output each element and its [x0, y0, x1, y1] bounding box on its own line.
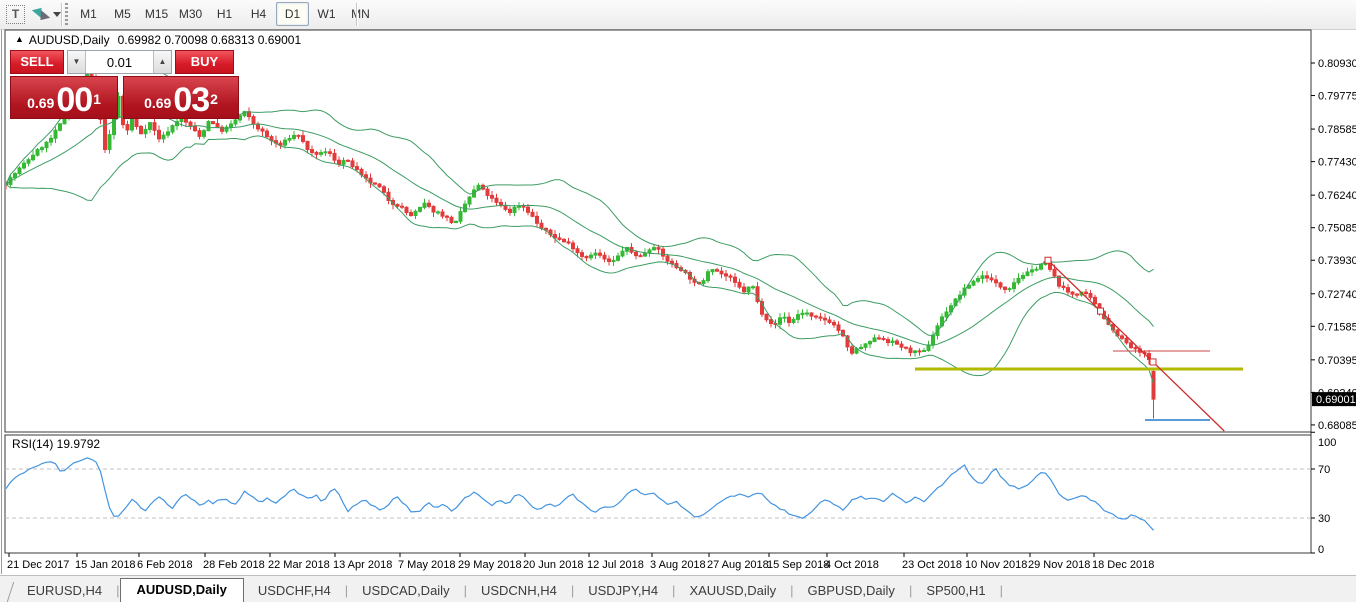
date-label: 6 Feb 2018 — [137, 559, 193, 571]
date-label: 15 Jan 2018 — [75, 559, 136, 571]
ohlc-values: 0.69982 0.70098 0.68313 0.69001 — [118, 33, 302, 47]
chart-title: ▲ AUDUSD,Daily 0.69982 0.70098 0.68313 0.6… — [15, 33, 301, 47]
price-tick-label: 0.80930 — [1318, 58, 1356, 70]
date-label: 29 Nov 2018 — [1028, 559, 1090, 571]
date-label: 13 Apr 2018 — [333, 559, 392, 571]
volume-stepper: ▼ ▲ — [67, 50, 172, 74]
buy-button[interactable]: BUY — [175, 50, 234, 74]
date-label: 12 Jul 2018 — [587, 559, 644, 571]
volume-input[interactable] — [86, 51, 153, 73]
rsi-scale-label: 100 — [1318, 437, 1336, 449]
sell-price-big: 00 — [56, 84, 92, 116]
price-tick-label: 0.79775 — [1318, 91, 1356, 103]
date-label: 18 Dec 2018 — [1092, 559, 1154, 571]
sell-button[interactable]: SELL — [10, 50, 64, 74]
volume-increase-button[interactable]: ▲ — [153, 51, 171, 73]
date-label: 27 Aug 2018 — [707, 559, 769, 571]
price-tick-label: 0.73930 — [1318, 255, 1356, 267]
price-tick-label: 0.72740 — [1318, 289, 1356, 301]
date-label: 21 Dec 2017 — [7, 559, 69, 571]
rsi-pane[interactable] — [5, 435, 1311, 553]
sell-price-display[interactable]: 0.69 00 1 — [10, 76, 118, 119]
date-label: 28 Feb 2018 — [203, 559, 265, 571]
buy-price-small: 0.69 — [144, 90, 171, 116]
buy-price-display[interactable]: 0.69 03 2 — [123, 76, 239, 119]
buy-price-big: 03 — [173, 84, 209, 116]
date-label: 20 Jun 2018 — [523, 559, 584, 571]
price-tick-label: 0.75085 — [1318, 223, 1356, 235]
rsi-scale-label: 0 — [1318, 544, 1324, 556]
current-price-value: 0.69001 — [1316, 394, 1356, 406]
date-label: 10 Nov 2018 — [965, 559, 1027, 571]
rsi-indicator-label: RSI(14) 19.9792 — [12, 437, 100, 451]
one-click-trading-panel: SELL ▼ ▲ BUY 0.69 00 1 0.69 03 2 — [10, 50, 239, 119]
date-label: 3 Aug 2018 — [650, 559, 706, 571]
date-label: 4 Oct 2018 — [825, 559, 879, 571]
trendline-handle[interactable] — [1150, 359, 1156, 365]
mt4-terminal-window: T M1M5M15M30H1H4D1W1MN 0.809300.797750.7… — [0, 0, 1356, 602]
date-label: 22 Mar 2018 — [268, 559, 330, 571]
time-axis: 21 Dec 2017 15 Jan 20186 Feb 2018 28 Feb 2… — [7, 553, 1154, 571]
buy-price-pip: 2 — [210, 77, 218, 121]
symbol-period-label: AUDUSD,Daily — [29, 33, 110, 47]
volume-decrease-button[interactable]: ▼ — [68, 51, 86, 73]
price-tick-label: 0.71585 — [1318, 321, 1356, 333]
rsi-scale-label: 30 — [1318, 513, 1330, 525]
price-tick-label: 0.68085 — [1318, 420, 1356, 432]
sell-price-pip: 1 — [93, 77, 101, 121]
date-label: 15 Sep 2018 — [767, 559, 829, 571]
trendline-handle[interactable] — [1098, 308, 1104, 314]
price-tick-label: 0.78585 — [1318, 124, 1356, 136]
date-label: 23 Oct 2018 — [902, 559, 962, 571]
price-tick-label: 0.70395 — [1318, 355, 1356, 367]
collapse-arrow-icon[interactable]: ▲ — [15, 34, 24, 44]
date-label: 29 May 2018 — [458, 559, 522, 571]
price-tick-label: 0.76240 — [1318, 190, 1356, 202]
sell-price-small: 0.69 — [27, 90, 54, 116]
price-tick-label: 0.77430 — [1318, 157, 1356, 169]
rsi-scale-label: 70 — [1318, 464, 1330, 476]
date-label: 7 May 2018 — [398, 559, 455, 571]
trendline-handle[interactable] — [1045, 257, 1051, 263]
